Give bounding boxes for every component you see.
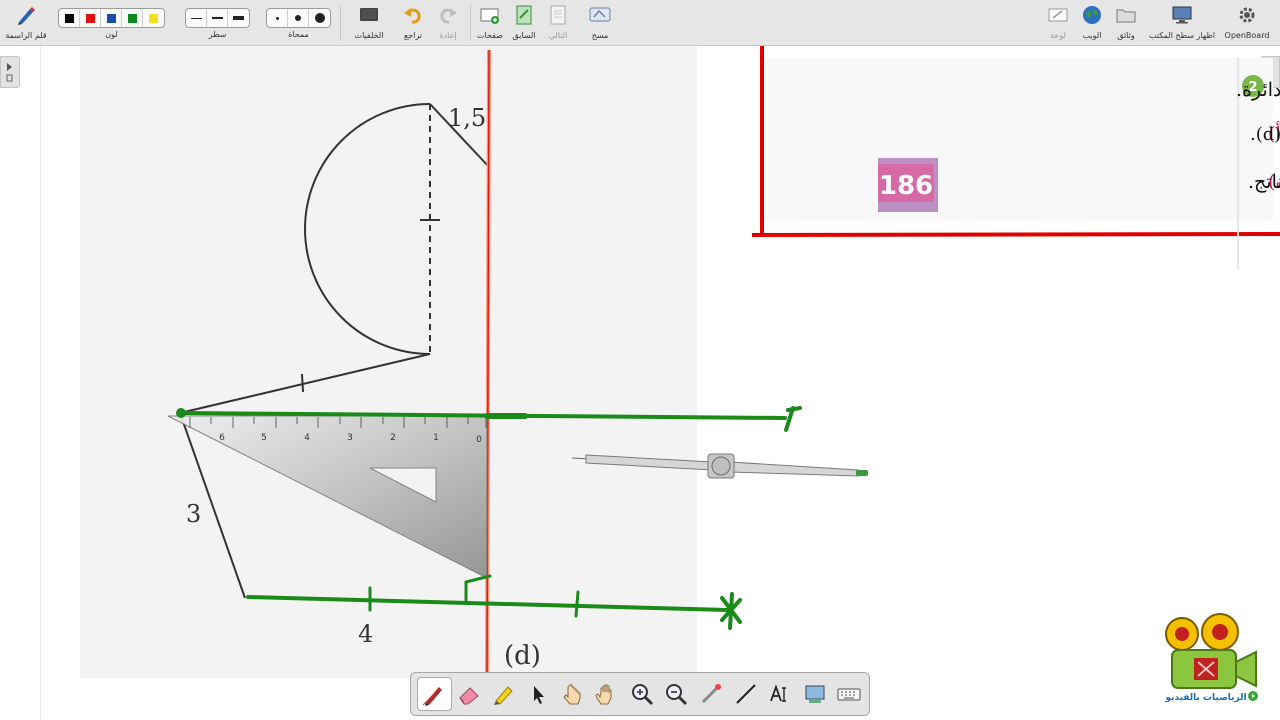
next-page-icon: [546, 3, 570, 27]
zoom-in-tool[interactable]: [625, 677, 660, 711]
zoom-out-tool[interactable]: [659, 677, 694, 711]
line-medium-option[interactable]: [207, 9, 228, 27]
folder-icon: [1114, 3, 1138, 27]
zoom-in-icon: [631, 684, 653, 706]
hand-tool[interactable]: [590, 677, 625, 711]
axis-label-d: (d): [504, 641, 541, 671]
capture-icon: [805, 685, 825, 703]
eraser-size-picker: [266, 8, 331, 28]
eraser-medium-option[interactable]: [288, 9, 309, 27]
highlighter-icon: [494, 686, 514, 705]
line-thin-option[interactable]: [186, 9, 207, 27]
eraser-small-option[interactable]: [267, 9, 288, 27]
pen-button[interactable]: قلم الراسمة: [2, 3, 50, 40]
page-number: 186: [879, 171, 933, 201]
add-page-icon: [478, 3, 502, 27]
redo-icon: [436, 3, 460, 27]
highlighter-tool[interactable]: [486, 677, 521, 711]
label-3: 3: [186, 500, 201, 528]
previous-page-icon: [512, 3, 536, 27]
channel-logo: الرياضيات بالفيديو: [1164, 613, 1258, 703]
exercise-panel: [765, 58, 1273, 220]
pen-tool[interactable]: [417, 677, 452, 711]
selector-tool[interactable]: [521, 677, 556, 711]
color-red-swatch[interactable]: [80, 9, 101, 27]
capture-tool[interactable]: [798, 677, 833, 711]
toolbar-separator: [340, 5, 341, 41]
next-page-button[interactable]: التالي: [535, 3, 581, 40]
color-black-swatch[interactable]: [59, 9, 80, 27]
ruler-tick-5: 5: [261, 433, 267, 443]
textbook-figure-image: [80, 46, 697, 678]
ruler-tick-1: 1: [433, 433, 439, 443]
line-width-picker: [185, 8, 250, 28]
green-cross-top: [784, 406, 802, 432]
backgrounds-button[interactable]: الخلفيات: [346, 3, 392, 40]
board-canvas[interactable]: 2 وحدة الطّول هي السنتيمتر، والقوس هي نص…: [0, 46, 1280, 720]
gear-icon: [1235, 3, 1259, 27]
exercise-line-1: وحدة الطّول هي السنتيمتر، والقوس هي نصف …: [1236, 75, 1280, 101]
top-toolbar: قلم الراسمة لون سطر ممحاة الخلفيات تراجع…: [0, 0, 1280, 46]
label-1-5: 1,5: [448, 104, 486, 132]
hand-icon: [595, 684, 612, 705]
backgrounds-icon: [357, 3, 381, 27]
ruler-tick-4: 4: [304, 433, 310, 443]
openboard-window: قلم الراسمة لون سطر ممحاة الخلفيات تراجع…: [0, 0, 1280, 720]
color-picker: [58, 8, 165, 28]
line-thick-option[interactable]: [228, 9, 249, 27]
ruler-tick-2: 2: [390, 433, 396, 443]
line-width-group: سطر: [185, 2, 250, 39]
openboard-menu-button[interactable]: OpenBoard: [1222, 3, 1272, 40]
segment-tick-mark: [301, 373, 304, 393]
ruler-tick-0: 0: [476, 435, 482, 445]
pen-icon: [14, 3, 38, 27]
eraser-large-option[interactable]: [309, 9, 330, 27]
keyboard-icon: [837, 688, 861, 701]
desktop-icon: [1170, 3, 1194, 27]
pointing-hand-icon: [562, 684, 581, 705]
label-4: 4: [358, 620, 373, 648]
line-icon: [735, 684, 756, 704]
laser-tool[interactable]: [694, 677, 729, 711]
keyboard-tool[interactable]: [832, 677, 867, 711]
color-green-swatch[interactable]: [122, 9, 143, 27]
pen-icon: [422, 687, 443, 706]
board-icon: [1046, 3, 1070, 27]
line-tool[interactable]: [728, 677, 763, 711]
globe-icon: [1080, 3, 1104, 27]
erase-board-button[interactable]: مسح: [577, 3, 623, 40]
cursor-arrow-icon: [534, 686, 545, 704]
show-desktop-button[interactable]: اظهار سطح المكتب: [1149, 3, 1215, 40]
documents-button[interactable]: وثائق: [1103, 3, 1149, 40]
laser-pointer-icon: [701, 684, 722, 704]
text-icon: [770, 684, 787, 702]
exercise-line-2: انقل الشّكل المرفق وأكمله بالتناظر بالنّ…: [1250, 122, 1280, 145]
logo-caption: الرياضيات بالفيديو: [1164, 693, 1246, 703]
color-blue-swatch[interactable]: [101, 9, 122, 27]
text-tool[interactable]: [763, 677, 798, 711]
ruler-tick-3: 3: [347, 433, 353, 443]
color-yellow-swatch[interactable]: [143, 9, 164, 27]
erase-board-icon: [588, 3, 612, 27]
bottom-tool-dock: [410, 672, 870, 716]
zoom-out-icon: [666, 684, 688, 706]
eraser-tool[interactable]: [452, 677, 487, 711]
undo-icon: [401, 3, 425, 27]
red-frame-bottom: [751, 232, 1280, 237]
color-group: لون: [58, 2, 165, 39]
eraser-size-group: ممحاة: [266, 2, 331, 39]
interact-tool[interactable]: [555, 677, 590, 711]
eraser-icon: [459, 687, 479, 705]
exercise-line-3: احسب محيط الشّكل الناتج.: [1248, 171, 1280, 193]
redo-button[interactable]: إعادة: [425, 3, 471, 40]
ruler-tick-6: 6: [219, 433, 225, 443]
